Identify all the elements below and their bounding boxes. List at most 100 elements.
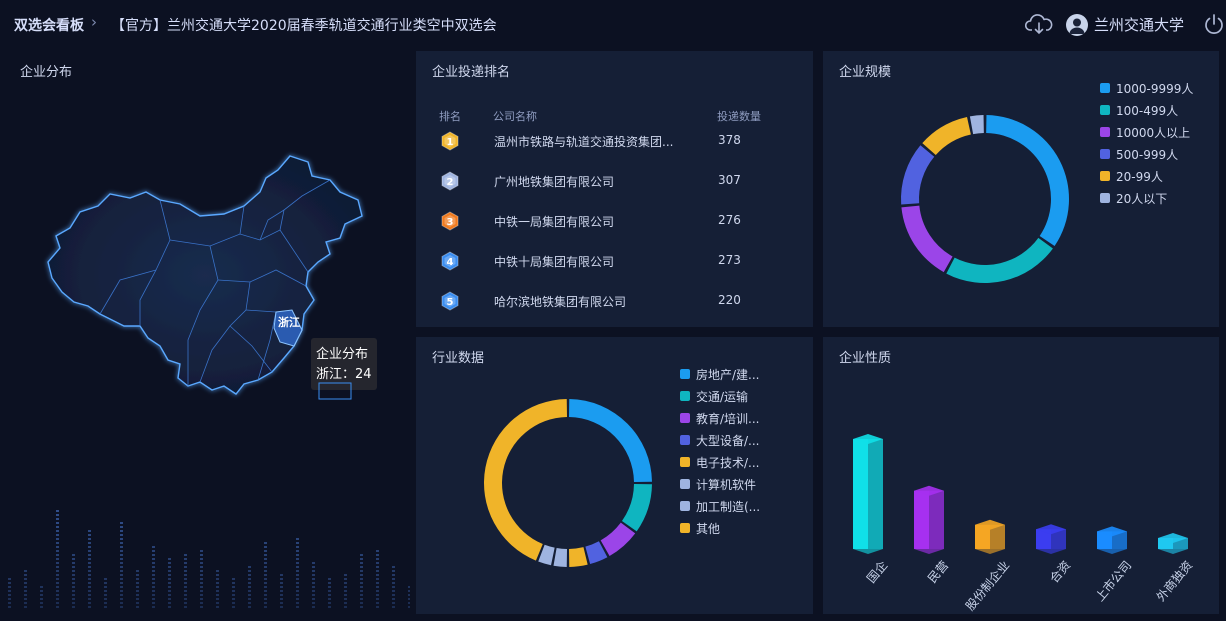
scale-legend-item[interactable]: 1000-9999人 — [1100, 77, 1193, 99]
scale-donut-chart[interactable] — [895, 109, 1075, 289]
legend-label: 房地产/建... — [696, 367, 760, 382]
legend-label: 教育/培训... — [696, 411, 760, 426]
industry-legend-item[interactable]: 教育/培训... — [680, 407, 760, 429]
legend-swatch — [680, 501, 690, 511]
industry-panel-title: 行业数据 — [432, 351, 485, 366]
map-region-label: 浙江 — [278, 316, 300, 329]
scale-slice[interactable] — [922, 116, 971, 156]
rank-medal-icon: 3 — [440, 211, 460, 235]
industry-legend-item[interactable]: 电子技术/... — [680, 451, 760, 473]
rank-number: 3 — [447, 217, 454, 228]
scale-slice[interactable] — [969, 115, 984, 135]
company-name: 广州地铁集团有限公司 — [494, 175, 615, 189]
bar[interactable] — [1097, 526, 1127, 554]
map-marker — [318, 382, 352, 400]
industry-legend-item[interactable]: 大型设备/... — [680, 429, 760, 451]
cloud-download-icon[interactable] — [1025, 12, 1053, 36]
industry-panel: 行业数据 房地产/建... 交通/运输教育/培训... 大型设备/... 电子技术/.… — [416, 337, 813, 614]
industry-slice[interactable] — [568, 399, 652, 483]
legend-swatch — [1100, 83, 1110, 93]
scale-legend-item[interactable]: 10000人以上 — [1100, 121, 1193, 143]
industry-slice[interactable] — [553, 548, 568, 567]
legend-swatch — [1100, 127, 1110, 137]
legend-swatch — [1100, 149, 1110, 159]
delivery-count: 273 — [718, 253, 741, 267]
scale-legend-item[interactable]: 20-99人 — [1100, 165, 1193, 187]
industry-slice[interactable] — [484, 399, 568, 561]
bar[interactable] — [853, 434, 883, 554]
delivery-count: 378 — [718, 133, 741, 147]
industry-donut-chart[interactable] — [478, 393, 658, 573]
table-row[interactable]: 4 中铁十局集团有限公司 273 — [416, 251, 812, 291]
legend-swatch — [680, 479, 690, 489]
industry-slice[interactable] — [621, 483, 652, 532]
breadcrumb-current: 【官方】兰州交通大学2020届春季轨道交通行业类空中双选会 — [111, 18, 497, 34]
company-name: 温州市铁路与轨道交通投资集团... — [494, 135, 674, 149]
user-name[interactable]: 兰州交通大学 — [1094, 14, 1184, 35]
industry-legend-item[interactable]: 加工制造(... — [680, 495, 760, 517]
breadcrumb-separator-icon: › — [91, 13, 97, 31]
legend-label: 20-99人 — [1116, 169, 1163, 184]
legend-swatch — [1100, 193, 1110, 203]
bar[interactable] — [1158, 533, 1188, 554]
table-row[interactable]: 2 广州地铁集团有限公司 307 — [416, 171, 812, 211]
rank-number: 2 — [447, 177, 454, 188]
industry-legend-item[interactable]: 计算机软件 — [680, 473, 760, 495]
company-name: 中铁十局集团有限公司 — [494, 255, 615, 269]
legend-label: 500-999人 — [1116, 147, 1179, 162]
table-row[interactable]: 1 温州市铁路与轨道交通投资集团... 378 — [416, 131, 812, 171]
legend-label: 其他 — [696, 521, 721, 536]
rank-medal-icon: 1 — [440, 131, 460, 155]
nature-panel: 企业性质 国企 民营 股份制企业 合资 上市公司 外商独资 — [823, 337, 1219, 614]
industry-slice[interactable] — [600, 522, 636, 556]
scale-legend-item[interactable]: 100-499人 — [1100, 99, 1193, 121]
user-avatar-icon[interactable] — [1066, 14, 1088, 36]
tooltip-title: 企业分布 — [316, 347, 369, 362]
ranking-panel-title: 企业投递排名 — [432, 65, 511, 80]
legend-label: 100-499人 — [1116, 103, 1179, 118]
legend-swatch — [680, 457, 690, 467]
dashboard: 双选会看板 › 【官方】兰州交通大学2020届春季轨道交通行业类空中双选会 兰州… — [0, 0, 1226, 621]
rank-medal-icon: 4 — [440, 251, 460, 275]
industry-legend-item[interactable]: 其他 — [680, 517, 760, 539]
legend-swatch — [1100, 105, 1110, 115]
legend-swatch — [680, 413, 690, 423]
legend-swatch — [680, 523, 690, 533]
industry-legend: 房地产/建... 交通/运输教育/培训... 大型设备/... 电子技术/... 计算机… — [680, 363, 760, 539]
scale-slice[interactable] — [901, 205, 953, 273]
scale-legend-item[interactable]: 500-999人 — [1100, 143, 1193, 165]
delivery-count: 276 — [718, 213, 741, 227]
scale-slice[interactable] — [986, 115, 1069, 247]
scale-slice[interactable] — [946, 237, 1053, 283]
scale-legend-item[interactable]: 20人以下 — [1100, 187, 1193, 209]
breadcrumb-root[interactable]: 双选会看板 — [14, 15, 84, 35]
rank-number: 5 — [447, 297, 454, 308]
top-bar: 双选会看板 › 【官方】兰州交通大学2020届春季轨道交通行业类空中双选会 兰州… — [0, 0, 1226, 46]
bar[interactable] — [914, 485, 944, 554]
table-row[interactable]: 3 中铁一局集团有限公司 276 — [416, 211, 812, 251]
column-header-count: 投递数量 — [717, 110, 761, 123]
scale-panel-title: 企业规模 — [839, 65, 892, 80]
company-name: 中铁一局集团有限公司 — [494, 215, 615, 229]
scale-slice[interactable] — [901, 145, 935, 205]
legend-swatch — [680, 391, 690, 401]
industry-legend-item[interactable]: 房地产/建... — [680, 363, 760, 385]
ranking-panel: 企业投递排名 排名 公司名称 投递数量 1 温州市铁路与轨道交通投资集团... 37… — [416, 51, 813, 327]
column-header-company: 公司名称 — [493, 110, 537, 123]
industry-legend-item[interactable]: 交通/运输 — [680, 385, 760, 407]
rank-number: 4 — [447, 257, 454, 268]
bar[interactable] — [975, 519, 1005, 554]
column-header-rank: 排名 — [439, 110, 461, 123]
table-row[interactable]: 5 哈尔滨地铁集团有限公司 220 — [416, 291, 812, 331]
industry-slice[interactable] — [568, 547, 588, 567]
rank-medal-icon: 5 — [440, 291, 460, 315]
rank-medal-icon: 2 — [440, 171, 460, 195]
legend-swatch — [1100, 171, 1110, 181]
power-icon[interactable] — [1203, 13, 1225, 35]
company-name: 哈尔滨地铁集团有限公司 — [494, 295, 627, 309]
legend-label: 电子技术/... — [696, 455, 760, 470]
legend-label: 大型设备/... — [696, 433, 760, 448]
legend-label: 加工制造(... — [696, 499, 761, 514]
bar[interactable] — [1036, 524, 1066, 554]
scale-panel: 企业规模 1000-9999人 100-499人 10000人以上 500-999人 2… — [823, 51, 1219, 327]
